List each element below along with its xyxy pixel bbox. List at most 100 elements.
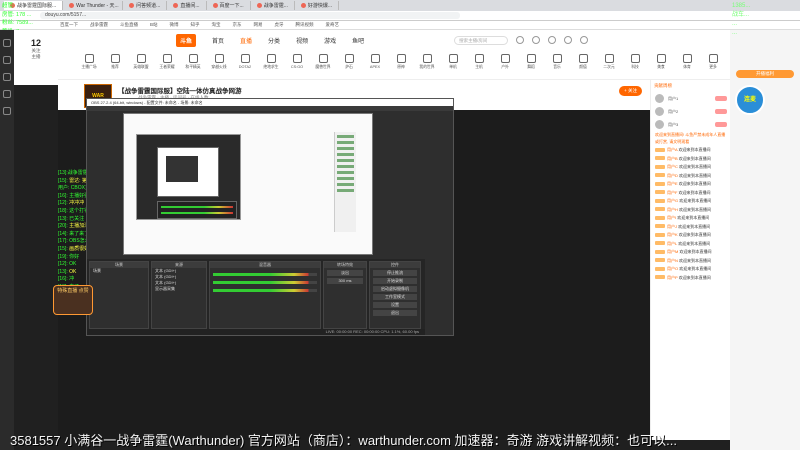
category-item[interactable]: DOTA2 <box>234 50 256 79</box>
category-item[interactable]: 王者荣耀 <box>156 50 178 79</box>
chat-user[interactable]: 用户B <box>667 156 679 161</box>
bookmark-item[interactable]: 爱奇艺 <box>326 22 340 28</box>
category-item[interactable]: 二次元 <box>598 50 620 79</box>
browser-tab[interactable]: 战争雷霆... <box>251 1 295 10</box>
category-item[interactable]: 英雄联盟 <box>130 50 152 79</box>
home-icon[interactable] <box>3 39 11 47</box>
follow-button[interactable]: + 关注 <box>619 86 642 96</box>
scene-item[interactable]: 场景 <box>90 268 148 274</box>
chat-user[interactable]: 用户G <box>667 198 679 203</box>
rank-row[interactable]: 用户1 <box>651 92 730 105</box>
category-item[interactable]: 音乐 <box>546 50 568 79</box>
download-icon[interactable] <box>564 36 573 44</box>
chat-user[interactable]: 用户M <box>667 249 679 254</box>
category-item[interactable]: 舞蹈 <box>520 50 542 79</box>
transition-select[interactable]: 淡出 <box>327 270 363 276</box>
chat-text: 欢迎来到本直播间 <box>679 164 711 169</box>
control-button[interactable]: 停止推流 <box>373 270 417 276</box>
chat-user[interactable]: 用户H <box>667 207 679 212</box>
rank-row[interactable]: 用户3 <box>651 118 730 131</box>
follow-icon[interactable] <box>3 56 11 64</box>
chat-user[interactable]: 用户N <box>667 258 679 263</box>
chat-user[interactable]: 用户C <box>667 164 679 169</box>
category-item[interactable]: 体育 <box>676 50 698 79</box>
category-item[interactable]: 主机 <box>468 50 490 79</box>
controls-header: 控件 <box>370 262 420 268</box>
category-item[interactable]: 我的世界 <box>416 50 438 79</box>
video-player[interactable]: [13]:战争雷霆[15]: 雷达: 第一个用户: CBOX直播 C[16]: … <box>53 98 650 440</box>
chat-message: 用户D 欢迎来到本直播间 <box>651 172 730 181</box>
chat-user[interactable]: 用户L <box>667 241 678 246</box>
bookmark-item[interactable]: 淘宝 <box>212 22 221 28</box>
nav-item[interactable]: 游戏 <box>324 36 336 45</box>
category-item[interactable]: 单机 <box>442 50 464 79</box>
bookmark-item[interactable]: 战争雷霆 <box>90 22 108 28</box>
control-button[interactable]: 开始录制 <box>373 278 417 284</box>
game-icon[interactable] <box>3 107 11 115</box>
bookmark-item[interactable]: B站 <box>150 22 158 28</box>
category-item[interactable]: 科技 <box>624 50 646 79</box>
chat-user[interactable]: 用户P <box>667 275 679 280</box>
chat-user[interactable]: 用户E <box>667 181 679 186</box>
category-item[interactable]: 推荐 <box>104 50 126 79</box>
chat-user[interactable]: 用户O <box>667 266 679 271</box>
control-button[interactable]: 设置 <box>373 302 417 308</box>
chat-message: 用户P 欢迎来到本直播间 <box>651 274 730 283</box>
bookmark-item[interactable]: 百度一下 <box>60 22 78 28</box>
gift-badge[interactable]: 连麦 <box>735 85 765 115</box>
browser-tab[interactable]: 问答频道... <box>123 1 168 10</box>
promo-button[interactable]: 开播福利 <box>736 70 794 78</box>
category-item[interactable]: 和平精英 <box>182 50 204 79</box>
bookmark-item[interactable]: 京东 <box>233 22 242 28</box>
history-icon[interactable] <box>3 73 11 81</box>
control-button[interactable]: 退出 <box>373 310 417 316</box>
nav-item[interactable]: 鱼吧 <box>352 36 364 45</box>
nav-item[interactable]: 首页 <box>212 36 224 45</box>
browser-tab[interactable]: 好游快爆... <box>295 1 340 10</box>
chat-user[interactable]: 用户D <box>667 173 679 178</box>
category-item[interactable]: 绝地求生 <box>260 50 282 79</box>
chat-user[interactable]: 用户A <box>667 147 679 152</box>
bookmark-item[interactable]: 斗鱼直播 <box>120 22 138 28</box>
follow-panel[interactable]: 12 关注 主播 <box>14 30 58 85</box>
video-icon[interactable] <box>3 90 11 98</box>
category-item[interactable]: 美食 <box>650 50 672 79</box>
follow-icon[interactable] <box>532 36 541 44</box>
bookmark-item[interactable]: 虎牙 <box>275 22 284 28</box>
source-item[interactable]: 显示器采集 <box>152 286 206 292</box>
nav-item[interactable]: 分类 <box>268 36 280 45</box>
category-item[interactable]: 穿越火线 <box>208 50 230 79</box>
bookmark-item[interactable]: 微博 <box>170 22 179 28</box>
nav-item[interactable]: 视频 <box>296 36 308 45</box>
chat-user[interactable]: 用户K <box>667 232 679 237</box>
url-field[interactable]: douyu.com/5157... <box>40 12 460 19</box>
control-button[interactable]: 启动虚拟摄像机 <box>373 286 417 292</box>
history-icon[interactable] <box>516 36 525 44</box>
avatar[interactable] <box>580 36 589 44</box>
search-input[interactable]: 搜索主播/房间 <box>454 35 509 45</box>
browser-tab[interactable]: 直播间... <box>167 1 207 10</box>
nav-item[interactable]: 直播 <box>240 36 252 45</box>
category-item[interactable]: 颜值 <box>572 50 594 79</box>
category-item[interactable]: 更多 <box>702 50 724 79</box>
browser-tab[interactable]: War Thunder - 天... <box>63 1 124 10</box>
message-icon[interactable] <box>548 36 557 44</box>
rank-row[interactable]: 用户2 <box>651 105 730 118</box>
chat-user[interactable]: 用户F <box>667 190 679 195</box>
chat-user[interactable]: 用户J <box>667 224 678 229</box>
category-item[interactable]: APEX <box>364 50 386 79</box>
category-item[interactable]: 原神 <box>390 50 412 79</box>
site-logo[interactable]: 斗鱼 <box>176 33 197 47</box>
chat-user[interactable]: 用户I <box>667 215 677 220</box>
control-button[interactable]: 工作室模式 <box>373 294 417 300</box>
category-item[interactable]: 户外 <box>494 50 516 79</box>
category-item[interactable]: 主播广场 <box>78 50 100 79</box>
bookmark-item[interactable]: 腾讯视频 <box>296 22 314 28</box>
category-item[interactable]: 魔兽世界 <box>312 50 334 79</box>
browser-tab[interactable]: 百度一下... <box>207 1 251 10</box>
category-item[interactable]: 炉石 <box>338 50 360 79</box>
bookmark-item[interactable]: 网易 <box>254 22 263 28</box>
bookmark-item[interactable]: 知乎 <box>191 22 200 28</box>
category-item[interactable]: CS:GO <box>286 50 308 79</box>
duration-field[interactable]: 300 ms <box>327 278 363 284</box>
